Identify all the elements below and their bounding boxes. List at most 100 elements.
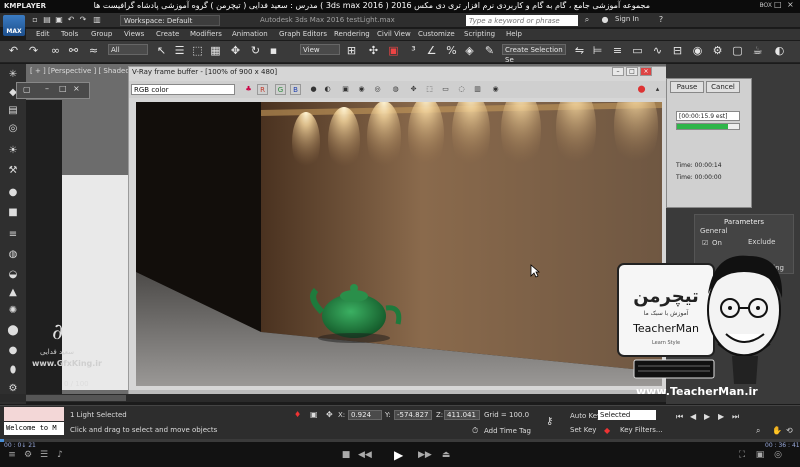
- player-minimize-icon[interactable]: –: [760, 0, 764, 9]
- redo-icon[interactable]: ↷: [78, 15, 88, 25]
- maxscript-listener[interactable]: [4, 407, 64, 421]
- toggle-ribbon-icon[interactable]: ▭: [630, 43, 645, 58]
- vfb-close-icon[interactable]: ×: [640, 67, 652, 76]
- eject-icon[interactable]: ⏏: [440, 450, 452, 460]
- reference-coordinate-dropdown[interactable]: View: [300, 44, 340, 55]
- hierarchy-panel-icon[interactable]: ▤: [6, 104, 20, 117]
- redo-icon[interactable]: ↷: [26, 43, 41, 58]
- playlist-icon[interactable]: ☰: [38, 450, 50, 460]
- window-crossing-icon[interactable]: ▦: [208, 43, 223, 58]
- list-tool-icon[interactable]: ≡: [6, 228, 20, 241]
- edit-named-selection-icon[interactable]: ✎: [482, 43, 497, 58]
- show-history-icon[interactable]: ▭: [440, 84, 451, 95]
- render-last-icon[interactable]: ◉: [490, 84, 501, 95]
- render-setup-icon[interactable]: ⚙: [710, 43, 725, 58]
- vfb-settings-icon[interactable]: ▥: [472, 84, 483, 95]
- seek-bar[interactable]: [0, 439, 800, 442]
- save-file-icon[interactable]: ▣: [54, 15, 64, 25]
- curve-editor-icon[interactable]: ∿: [650, 43, 665, 58]
- sun-tool-icon[interactable]: ✺: [6, 304, 20, 317]
- pivot-center-icon[interactable]: ⊞: [344, 43, 359, 58]
- player-close-icon[interactable]: ×: [787, 0, 794, 9]
- sign-in-link[interactable]: Sign In: [615, 15, 639, 23]
- dome-tool-icon[interactable]: ◒: [6, 268, 20, 281]
- prev-frame-icon[interactable]: ◀: [690, 412, 696, 421]
- maxscript-mini-listener[interactable]: Welcome to M: [4, 422, 64, 435]
- next-frame-icon[interactable]: ▶: [718, 412, 724, 421]
- keyboard-shortcut-override-icon[interactable]: ▣: [386, 43, 401, 58]
- unlink-icon[interactable]: ⚯: [66, 43, 81, 58]
- menu-group[interactable]: Group: [91, 30, 112, 38]
- key-selection-dropdown[interactable]: Selected: [598, 410, 656, 420]
- spinner-snap-icon[interactable]: ◈: [462, 43, 477, 58]
- menu-create[interactable]: Create: [156, 30, 179, 38]
- stop-render-icon[interactable]: ⬤: [636, 84, 647, 95]
- select-rotate-icon[interactable]: ↻: [248, 43, 263, 58]
- player-maximize-icon[interactable]: □: [774, 0, 782, 9]
- rectangular-selection-icon[interactable]: ⬚: [190, 43, 205, 58]
- blue-channel-button[interactable]: B: [290, 84, 301, 95]
- material-editor-icon[interactable]: ◉: [690, 43, 705, 58]
- sphere-alt-icon[interactable]: ●: [6, 344, 20, 357]
- align-icon[interactable]: ⊨: [590, 43, 605, 58]
- z-coordinate-field[interactable]: 411.041: [444, 410, 480, 420]
- zoom-icon[interactable]: ⌕: [756, 426, 760, 436]
- select-object-icon[interactable]: ↖: [154, 43, 169, 58]
- camera-tool-icon[interactable]: ■: [6, 206, 20, 219]
- bind-space-warp-icon[interactable]: ≈: [86, 43, 101, 58]
- search-input[interactable]: [466, 15, 578, 26]
- cancel-button[interactable]: Cancel: [706, 81, 740, 93]
- menu-tools[interactable]: Tools: [61, 30, 78, 38]
- fullscreen-icon[interactable]: ⛶: [736, 450, 748, 460]
- sphere-tool-icon[interactable]: ●: [6, 186, 20, 199]
- settings-icon[interactable]: ⚙: [22, 450, 34, 460]
- project-folder-icon[interactable]: ▥: [92, 15, 102, 25]
- key-filters-button[interactable]: Key Filters...: [620, 426, 663, 434]
- undo-icon[interactable]: ↶: [66, 15, 76, 25]
- menu-views[interactable]: Views: [124, 30, 144, 38]
- vfb-expand-icon[interactable]: ▴: [652, 84, 663, 95]
- red-channel-button[interactable]: R: [257, 84, 268, 95]
- workspace-dropdown[interactable]: Workspace: Default: [120, 15, 220, 26]
- menu-graph-editors[interactable]: Graph Editors: [279, 30, 327, 38]
- alpha-channel-icon[interactable]: ●: [308, 84, 319, 95]
- help-icon[interactable]: ?: [656, 15, 666, 25]
- time-slider[interactable]: [26, 395, 126, 401]
- menu-modifiers[interactable]: Modifiers: [190, 30, 222, 38]
- viewport-label[interactable]: [ + ] [Perspective ] [ Shaded ]: [30, 67, 135, 75]
- 3d-icon[interactable]: ◎: [772, 450, 784, 460]
- volume-icon[interactable]: ♪: [54, 450, 66, 460]
- light-tool-icon[interactable]: ◍: [6, 248, 20, 261]
- play-animation-icon[interactable]: ▶: [704, 412, 710, 421]
- percent-snap-icon[interactable]: %: [444, 43, 459, 58]
- region-render-icon[interactable]: ⬚: [424, 84, 435, 95]
- menu-animation[interactable]: Animation: [232, 30, 268, 38]
- vfb-minimize-icon[interactable]: –: [612, 67, 624, 76]
- channel-dropdown[interactable]: RGB color: [131, 84, 235, 95]
- load-image-icon[interactable]: ◉: [356, 84, 367, 95]
- vfb-maximize-icon[interactable]: □: [626, 67, 638, 76]
- rendered-frame-window-icon[interactable]: ▢: [730, 43, 745, 58]
- go-to-end-icon[interactable]: ⏭: [732, 412, 739, 422]
- link-icon[interactable]: ∞: [48, 43, 63, 58]
- mini-minimize-icon[interactable]: –: [45, 84, 49, 93]
- stop-icon[interactable]: ■: [340, 450, 352, 460]
- user-icon[interactable]: ●: [600, 15, 610, 25]
- pan-icon[interactable]: ✋: [772, 426, 782, 435]
- display-panel-icon[interactable]: ☀: [6, 144, 20, 157]
- snaps-toggle-icon[interactable]: ³: [406, 43, 421, 58]
- menu-icon[interactable]: ≡: [6, 450, 18, 460]
- ball-tool-icon[interactable]: ⬤: [6, 324, 20, 337]
- max-application-button[interactable]: MAX: [3, 15, 25, 36]
- select-by-name-icon[interactable]: ☰: [172, 43, 187, 58]
- isolate-selection-icon[interactable]: ♦: [294, 410, 301, 419]
- x-coordinate-field[interactable]: 0.924: [348, 410, 382, 420]
- pause-button[interactable]: Pause: [670, 81, 704, 93]
- menu-civil-view[interactable]: Civil View: [377, 30, 411, 38]
- add-time-tag-button[interactable]: Add Time Tag: [484, 427, 531, 435]
- teapot-tool-icon[interactable]: ⬮: [6, 364, 20, 377]
- mono-icon[interactable]: ◐: [322, 84, 333, 95]
- play-icon[interactable]: ▶: [394, 448, 403, 462]
- track-mouse-icon[interactable]: ✥: [408, 84, 419, 95]
- cone-tool-icon[interactable]: ▲: [6, 286, 20, 299]
